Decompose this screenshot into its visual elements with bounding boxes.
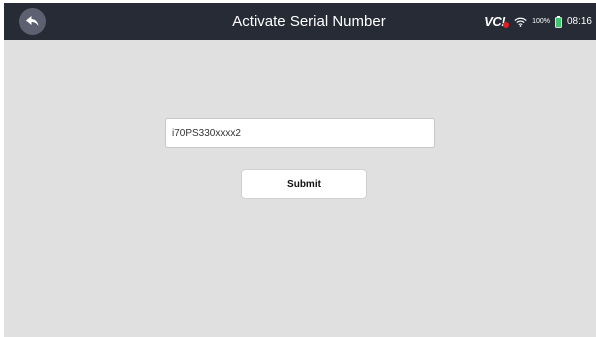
back-button[interactable]: [19, 8, 46, 35]
clock: 08:16: [566, 16, 592, 27]
battery-percent: 100%: [532, 18, 550, 25]
vci-status-dot: [503, 22, 510, 28]
vci-label: VC!: [484, 14, 506, 29]
battery-icon: [555, 15, 562, 28]
status-bar: VC! 100% 08:16: [484, 3, 592, 40]
back-arrow-icon: [26, 16, 39, 26]
submit-button[interactable]: Submit: [241, 169, 367, 199]
top-bar: Activate Serial Number VC! 100% 08:16: [4, 3, 596, 40]
page-title: Activate Serial Number: [232, 13, 386, 30]
serial-number-input[interactable]: [165, 118, 435, 148]
vci-indicator: VC!: [484, 14, 510, 29]
app-screen: Activate Serial Number VC! 100% 08:16 i7…: [4, 3, 596, 337]
wifi-icon: [514, 17, 527, 27]
